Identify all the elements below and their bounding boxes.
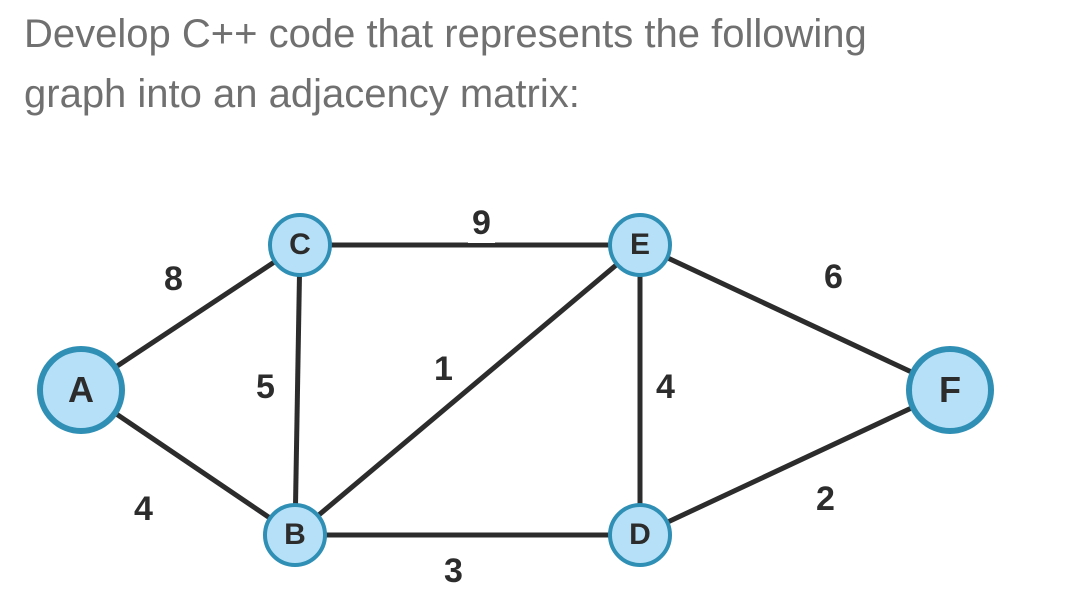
node-e: E [608, 213, 672, 277]
node-d: D [608, 503, 672, 567]
weight-b-d: 3 [440, 552, 467, 591]
graph-diagram: 8 4 5 3 1 9 4 2 6 A B C D E F [0, 190, 1080, 599]
question-line-2: graph into an adjacency matrix: [24, 72, 580, 116]
node-a: A [37, 346, 125, 434]
node-f: F [906, 346, 994, 434]
edge-d-f [640, 390, 950, 535]
edge-e-f [640, 245, 950, 390]
weight-d-f: 2 [812, 480, 839, 519]
weight-a-b: 4 [130, 490, 157, 529]
node-b: B [263, 503, 327, 567]
weight-b-e: 1 [430, 350, 457, 389]
weight-c-e: 9 [468, 204, 495, 243]
weight-a-c: 8 [160, 260, 187, 299]
weight-e-f: 6 [820, 258, 847, 297]
edge-b-c [295, 245, 300, 535]
question-text: Develop C++ code that represents the fol… [24, 4, 1024, 124]
question-line-1: Develop C++ code that represents the fol… [24, 12, 867, 56]
node-c: C [268, 213, 332, 277]
edge-b-e [295, 245, 640, 535]
weight-d-e: 4 [652, 368, 679, 407]
weight-b-c: 5 [252, 368, 279, 407]
